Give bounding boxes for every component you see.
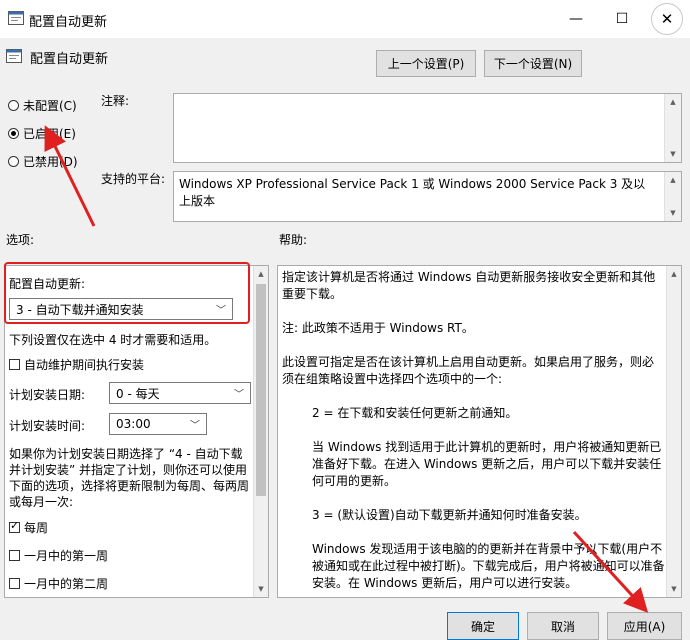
- chevron-down-icon: ﹀: [234, 389, 244, 401]
- scroll-up-icon[interactable]: ▲: [665, 94, 681, 110]
- radio-disabled[interactable]: 已禁用(D): [8, 153, 78, 170]
- weekly-label: 每周: [24, 521, 49, 535]
- comment-textarea[interactable]: ▲ ▼: [173, 93, 682, 163]
- help-pane: 指定该计算机是否将通过 Windows 自动更新服务接收安全更新和其他重要下载。…: [277, 265, 682, 598]
- ok-button[interactable]: 确定: [447, 612, 519, 640]
- radio-circle[interactable]: [8, 100, 19, 111]
- minimize-button[interactable]: —: [553, 0, 599, 38]
- maintenance-checkbox[interactable]: [9, 359, 20, 370]
- install-time-value: 03:00: [116, 417, 151, 431]
- title-bar: 配置自动更新 — ☐ ✕: [0, 0, 690, 38]
- annotation-highlight-box: [4, 262, 250, 324]
- platform-value: Windows XP Professional Service Pack 1 或…: [179, 177, 646, 208]
- help-scrollbar[interactable]: ▲ ▼: [666, 266, 681, 597]
- help-section-label: 帮助:: [279, 233, 308, 247]
- previous-setting-button[interactable]: 上一个设置(P): [376, 50, 476, 77]
- install-time-dropdown[interactable]: 03:00 ﹀: [109, 413, 207, 435]
- apply-button[interactable]: 应用(A): [607, 612, 682, 640]
- first-week-checkbox[interactable]: [9, 550, 20, 561]
- second-week-checkbox-row[interactable]: 一月中的第二周: [9, 575, 108, 592]
- cancel-button[interactable]: 取消: [527, 612, 599, 640]
- help-paragraph: 指定该计算机是否将通过 Windows 自动更新服务接收安全更新和其他重要下载。: [282, 270, 656, 301]
- window-title: 配置自动更新: [29, 15, 108, 30]
- comment-label: 注释:: [101, 94, 130, 108]
- help-paragraph: Windows 发现适用于该电脑的的更新并在背景中予以下载(用户不被通知或在此过…: [312, 542, 665, 590]
- options-scrollbar[interactable]: ▲ ▼: [253, 266, 268, 597]
- radio-label: 已启用(E): [23, 127, 76, 141]
- platform-field: Windows XP Professional Service Pack 1 或…: [173, 171, 682, 222]
- first-week-checkbox-row[interactable]: 一月中的第一周: [9, 547, 108, 564]
- help-paragraph: 3 = (默认设置)自动下载更新并通知何时准备安装。: [312, 508, 587, 522]
- weekly-checkbox[interactable]: [9, 519, 20, 533]
- install-day-dropdown[interactable]: 0 - 每天 ﹀: [109, 382, 251, 404]
- maximize-button[interactable]: ☐: [599, 0, 645, 38]
- scroll-down-icon[interactable]: ▼: [667, 581, 681, 597]
- options-note: 下列设置仅在选中 4 时才需要和适用。: [9, 333, 217, 347]
- help-paragraph: 此设置可指定是否在该计算机上启用自动更新。如果启用了服务，则必须在组策略设置中选…: [282, 355, 655, 386]
- next-setting-button[interactable]: 下一个设置(N): [484, 50, 582, 77]
- chevron-down-icon: ﹀: [190, 420, 200, 432]
- radio-not-configured[interactable]: 未配置(C): [8, 97, 77, 114]
- radio-label: 已禁用(D): [23, 155, 78, 169]
- install-day-value: 0 - 每天: [116, 386, 160, 401]
- maintenance-checkbox-row[interactable]: 自动维护期间执行安装: [9, 356, 144, 373]
- policy-icon: [6, 49, 22, 63]
- platform-scrollbar[interactable]: ▲ ▼: [664, 172, 681, 221]
- scroll-thumb[interactable]: [256, 284, 266, 496]
- help-paragraph: 2 = 在下载和安装任何更新之前通知。: [312, 406, 518, 420]
- weekly-checkbox-row[interactable]: 每周: [9, 519, 48, 536]
- install-day-label: 计划安装日期:: [9, 388, 86, 402]
- radio-label: 未配置(C): [23, 99, 77, 113]
- radio-circle[interactable]: [8, 128, 19, 139]
- scroll-down-icon[interactable]: ▼: [254, 581, 268, 597]
- scroll-up-icon[interactable]: ▲: [665, 172, 681, 188]
- scroll-down-icon[interactable]: ▼: [665, 205, 681, 221]
- second-week-label: 一月中的第二周: [24, 577, 109, 591]
- policy-app-icon: [8, 11, 24, 25]
- policy-name: 配置自动更新: [30, 52, 109, 67]
- close-icon: ✕: [660, 10, 674, 28]
- scroll-down-icon[interactable]: ▼: [665, 146, 681, 162]
- arrow-to-enabled-icon: [44, 125, 96, 227]
- maintenance-label: 自动维护期间执行安装: [24, 358, 145, 372]
- first-week-label: 一月中的第一周: [24, 549, 109, 563]
- options-section-label: 选项:: [6, 233, 35, 247]
- comment-scrollbar[interactable]: ▲ ▼: [664, 94, 681, 162]
- schedule-paragraph: 如果你为计划安装日期选择了 “4 - 自动下载并计划安装” 并指定了计划，则你还…: [9, 447, 250, 509]
- close-button[interactable]: ✕: [644, 0, 690, 38]
- help-text: 指定该计算机是否将通过 Windows 自动更新服务接收安全更新和其他重要下载。…: [282, 269, 665, 597]
- scroll-up-icon[interactable]: ▲: [667, 266, 681, 282]
- radio-enabled[interactable]: 已启用(E): [8, 125, 76, 142]
- help-paragraph: 注: 此政策不适用于 Windows RT。: [282, 321, 474, 335]
- radio-circle[interactable]: [8, 156, 19, 167]
- second-week-checkbox[interactable]: [9, 578, 20, 589]
- platform-label: 支持的平台:: [101, 172, 166, 186]
- scroll-up-icon[interactable]: ▲: [254, 266, 268, 282]
- help-paragraph: 当 Windows 找到适用于此计算机的更新时，用户将被通知更新已准备好下载。在…: [312, 440, 662, 488]
- install-time-label: 计划安装时间:: [9, 419, 86, 433]
- maximize-icon: ☐: [615, 11, 629, 27]
- minimize-icon: —: [569, 11, 583, 27]
